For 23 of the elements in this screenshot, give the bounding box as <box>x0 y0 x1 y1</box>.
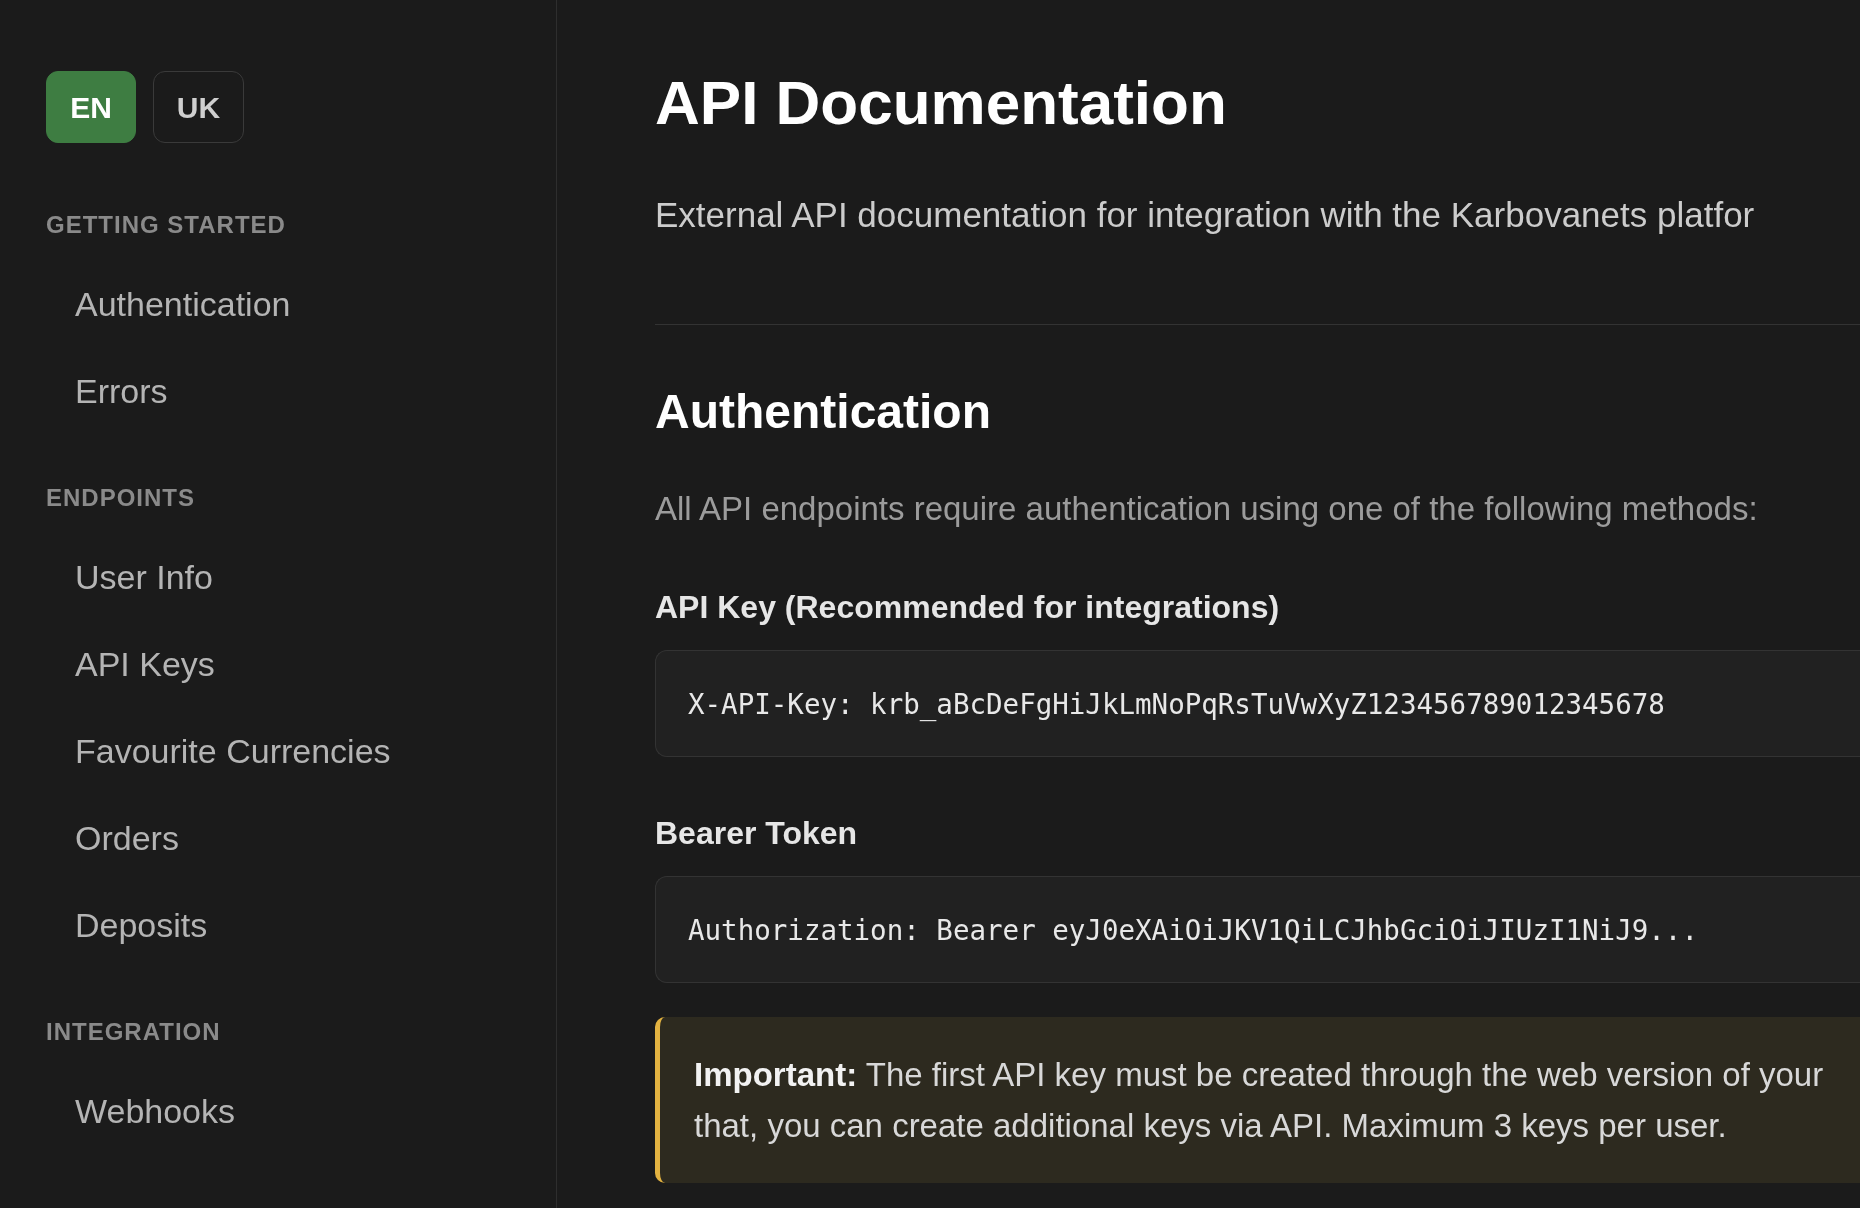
code-text: X-API-Key: krb_aBcDeFgHiJkLmNoPqRsTuVwXyZ123456789012345678 <box>688 686 1665 722</box>
nav-link[interactable]: Favourite Currencies <box>75 730 391 771</box>
callout-text: that, you can create additional keys via API. Maximum 3 keys per user. <box>694 1106 1727 1146</box>
page-subtitle: External API documentation for integration with the Karbovanets platfor <box>655 195 1755 235</box>
nav-link[interactable]: User Info <box>75 556 213 597</box>
page-title: API Documentation <box>655 70 1227 136</box>
section-label: INTEGRATION <box>46 1018 221 1046</box>
language-button[interactable]: EN <box>46 71 136 143</box>
nav-link[interactable]: Webhooks <box>75 1090 236 1131</box>
code-text: Authorization: Bearer eyJ0eXAiOiJKV1QiLCJhbGciOiJIUzI1NiJ9... <box>688 912 1698 948</box>
nav-link[interactable]: API Keys <box>75 643 215 684</box>
section-intro: All API endpoints require authentication using one of the following methods: <box>655 489 1758 529</box>
nav-link[interactable]: Orders <box>75 817 179 858</box>
nav-link[interactable]: Errors <box>75 370 168 411</box>
nav-link[interactable]: Authentication <box>75 283 291 324</box>
language-button[interactable]: UK <box>153 71 244 143</box>
section-label: GETTING STARTED <box>46 211 286 239</box>
section-heading: Authentication <box>655 386 991 438</box>
callout-text: Important: The first API key must be created through the web version of your <box>694 1055 1824 1095</box>
nav-link[interactable]: Deposits <box>75 904 208 945</box>
section-label: ENDPOINTS <box>46 484 195 512</box>
method-label: API Key (Recommended for integrations) <box>655 588 1280 626</box>
method-label: Bearer Token <box>655 814 858 852</box>
